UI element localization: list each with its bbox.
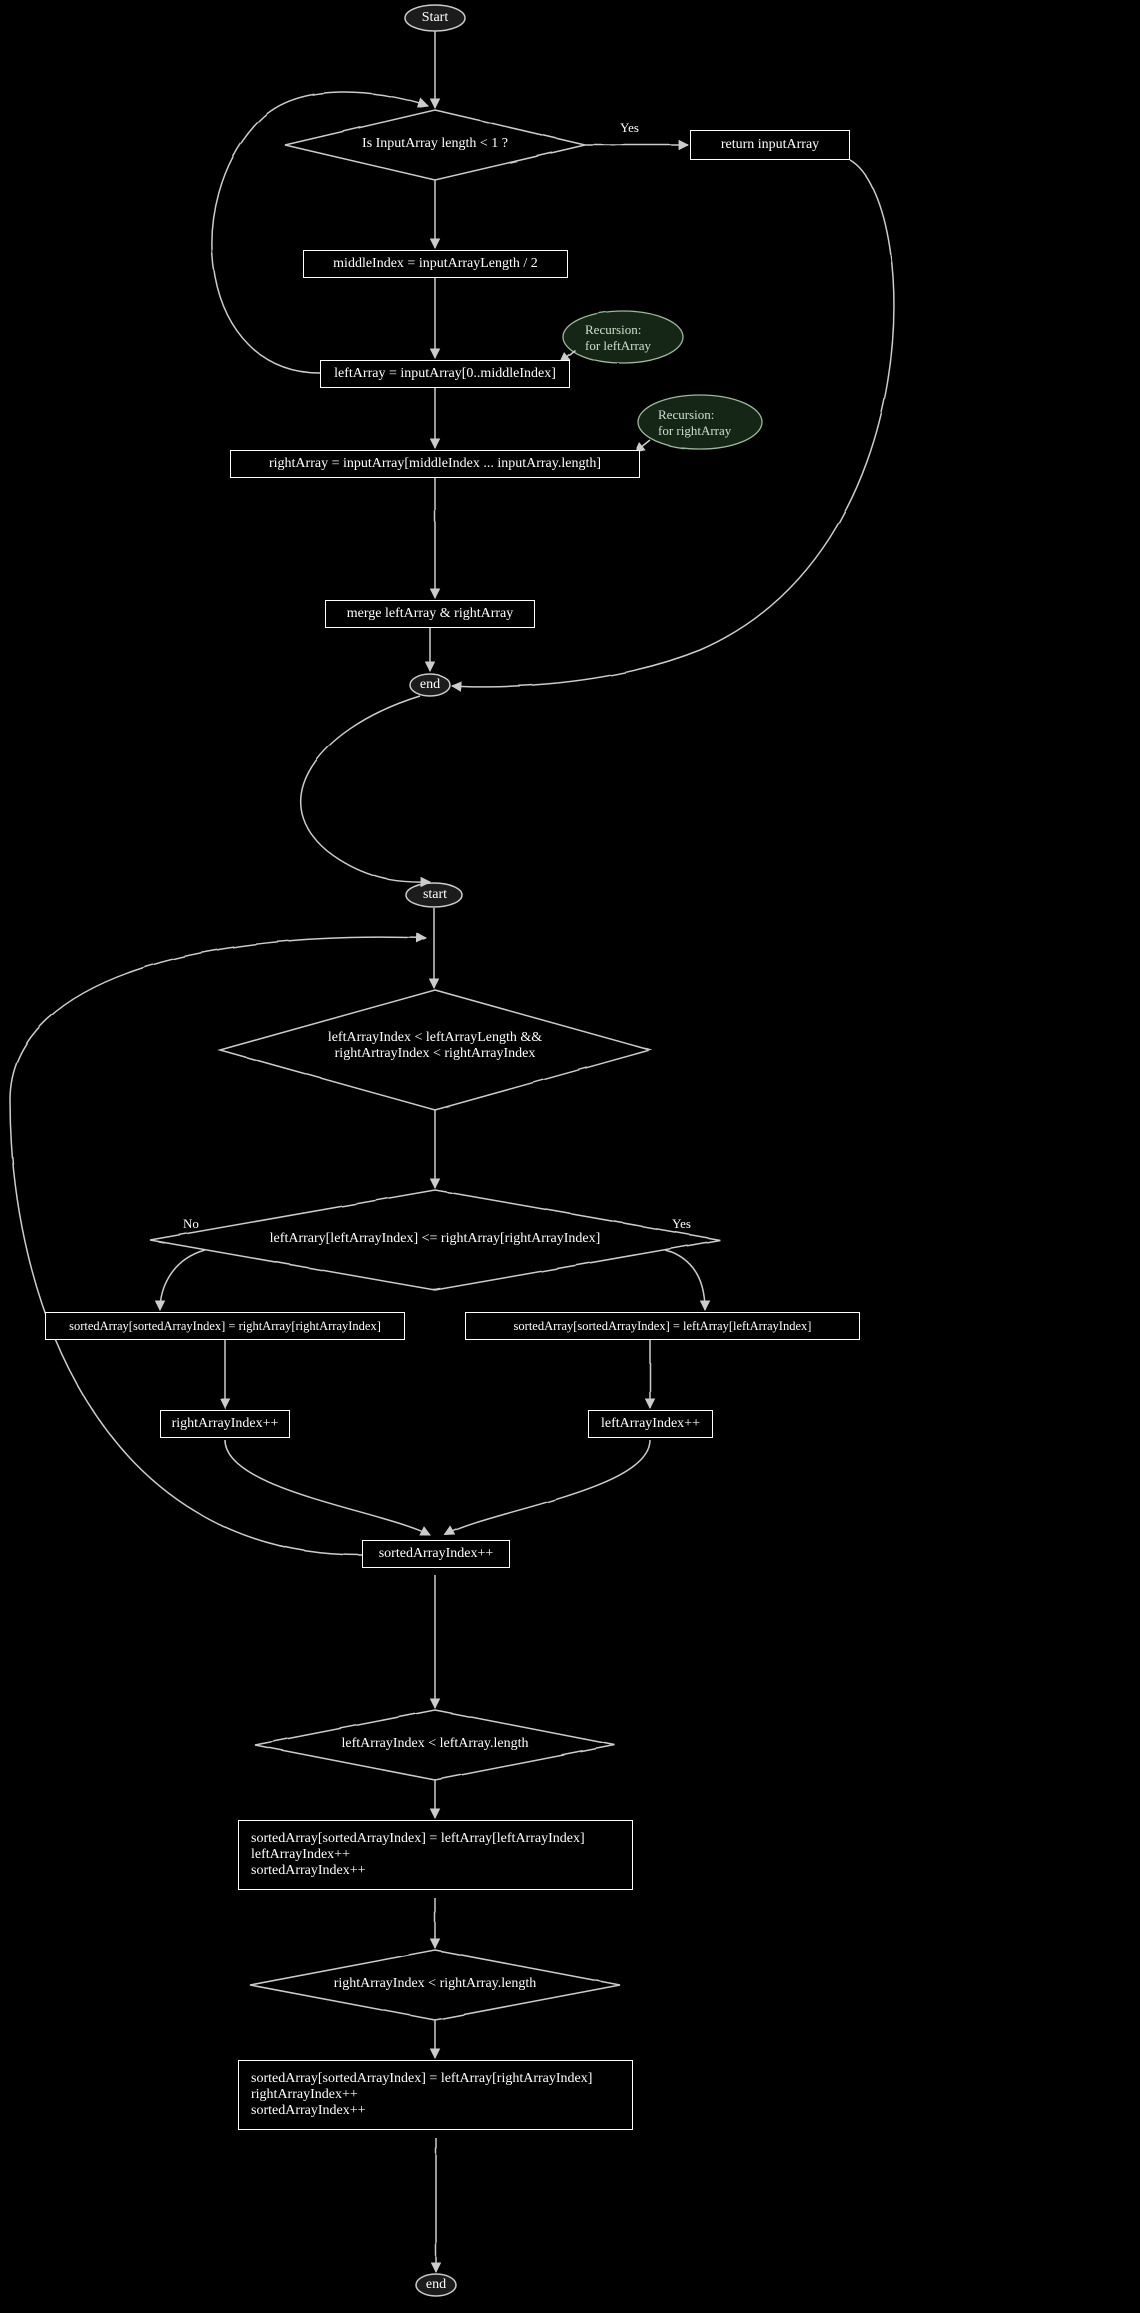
d2-label: leftArrayIndex < leftArrayLength && righ… bbox=[300, 1030, 570, 1062]
edge-no3: No bbox=[183, 1216, 199, 1232]
p-remL: sortedArray[sortedArrayIndex] = leftArra… bbox=[238, 1820, 633, 1890]
ann-left: Recursion: for leftArray bbox=[585, 322, 651, 354]
p-return: return inputArray bbox=[690, 130, 850, 160]
edge-yes1: Yes bbox=[620, 120, 639, 136]
d1-label: Is InputArray length < 1 ? bbox=[330, 136, 540, 152]
d3-label: leftArrary[leftArrayIndex] <= rightArray… bbox=[230, 1231, 640, 1247]
start2: start bbox=[408, 886, 462, 904]
end2: end bbox=[418, 2276, 454, 2294]
p-remR: sortedArray[sortedArrayIndex] = leftArra… bbox=[238, 2060, 633, 2130]
p-rinc: rightArrayIndex++ bbox=[160, 1410, 290, 1438]
p-mid: middleIndex = inputArrayLength / 2 bbox=[303, 250, 568, 278]
p-sr: sortedArray[sortedArrayIndex] = rightArr… bbox=[45, 1312, 405, 1340]
start1: Start bbox=[405, 8, 465, 28]
ann-right: Recursion: for rightArray bbox=[658, 407, 731, 439]
edges-svg bbox=[0, 0, 1140, 2313]
p-sinc: sortedArrayIndex++ bbox=[362, 1540, 510, 1568]
p-merge: merge leftArray & rightArray bbox=[325, 600, 535, 628]
p-sl: sortedArray[sortedArrayIndex] = leftArra… bbox=[465, 1312, 860, 1340]
p-linc: leftArrayIndex++ bbox=[588, 1410, 713, 1438]
d4-label: leftArrayIndex < leftArray.length bbox=[320, 1736, 550, 1752]
d5-label: rightArrayIndex < rightArray.length bbox=[315, 1976, 555, 1992]
p-left: leftArray = inputArray[0..middleIndex] bbox=[320, 360, 570, 388]
end1: end bbox=[412, 676, 448, 694]
edge-yes3: Yes bbox=[672, 1216, 691, 1232]
p-right: rightArray = inputArray[middleIndex ... … bbox=[230, 450, 640, 478]
flowchart-canvas: Start end start end Is InputArray length… bbox=[0, 0, 1140, 2313]
